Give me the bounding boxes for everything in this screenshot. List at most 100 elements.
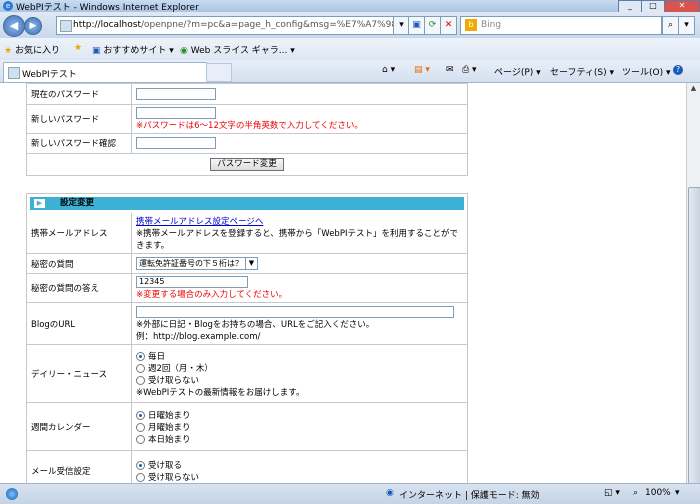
secret-question-label: 秘密の質問 (27, 253, 132, 274)
tab-page-icon (8, 67, 20, 79)
calendar-option[interactable]: 月曜始まり (136, 421, 463, 433)
search-input[interactable]: b Bing (460, 16, 662, 35)
daily-news-option[interactable]: 受け取らない (136, 374, 463, 386)
zoom-dropdown-icon[interactable]: ▾ (675, 488, 680, 498)
forward-icon[interactable]: ▶ (24, 17, 42, 35)
secret-answer-input[interactable]: 12345 (136, 276, 248, 288)
radio-selected-icon[interactable] (136, 351, 145, 361)
radio-icon[interactable] (136, 422, 145, 432)
suggested-sites-icon: ▣ (92, 46, 101, 56)
current-password-input[interactable] (136, 87, 216, 100)
section-arrow-icon: ▶ (34, 199, 45, 208)
confirm-password-label: 新しいパスワード確認 (27, 133, 132, 154)
zoom-icon: ⌕ (633, 488, 639, 498)
tools-menu[interactable]: ツール(O) ▾ (622, 65, 671, 78)
suggested-sites-label: おすすめサイト ▾ (103, 46, 174, 56)
daily-news-option[interactable]: 毎日 (136, 350, 463, 362)
home-icon[interactable]: ⌂ ▾ (382, 65, 395, 75)
back-icon[interactable]: ◀ (3, 15, 25, 37)
title-bar: e WebPIテスト - Windows Internet Explorer _… (0, 0, 700, 13)
blog-url-label: BlogのURL (27, 302, 132, 345)
daily-news-option[interactable]: 週2回（月・木） (136, 362, 463, 374)
bing-icon: b (465, 19, 477, 31)
zoom-level[interactable]: 100% (645, 488, 671, 498)
scroll-up-icon[interactable]: ▲ (688, 84, 699, 96)
password-change-button[interactable]: パスワード変更 (210, 157, 284, 171)
suggested-sites-button[interactable]: ▣ おすすめサイト ▾ (92, 43, 174, 56)
search-icon[interactable]: ⌕ (662, 16, 679, 35)
feeds-icon[interactable]: ▤ ▾ (414, 65, 430, 75)
secret-answer-label: 秘密の質問の答え (27, 273, 132, 303)
new-password-label: 新しいパスワード (27, 104, 132, 134)
favorites-bar: ★ お気に入り ★ ▣ おすすめサイト ▾ ◉ Web スライス ギャラ... … (0, 38, 700, 61)
search-options-icon[interactable]: ▾ (678, 16, 695, 35)
web-slice-button[interactable]: ◉ Web スライス ギャラ... ▾ (180, 43, 295, 56)
radio-selected-icon[interactable] (136, 410, 145, 420)
blog-url-example: 例：http://blog.example.com/ (136, 331, 261, 342)
blog-url-input[interactable] (136, 305, 454, 318)
secret-answer-note: ※変更する場合のみ入力してください。 (136, 290, 288, 300)
web-slice-icon: ◉ (180, 46, 188, 56)
radio-icon[interactable] (136, 472, 145, 482)
address-toolbar: ◀ ▶ http://localhost/openpne/?m=pc&a=pag… (0, 12, 700, 38)
secret-question-value: 運転免許証番号の下５桁は？ (139, 259, 243, 268)
mobile-email-note: ※携帯メールアドレスを登録すると、携帯から「WebPIテスト」を利用することがで… (136, 229, 458, 251)
search-placeholder: Bing (481, 20, 502, 30)
page-content: 現在のパスワード 新しいパスワード ※パスワードは6～12文字の半角英数で入力し… (0, 83, 686, 483)
tab-label: WebPIテスト (22, 70, 77, 80)
ie-logo-icon: e (3, 1, 13, 11)
tab-webpi[interactable]: WebPIテスト (3, 62, 207, 82)
mobile-email-label: 携帯メールアドレス (27, 213, 132, 254)
settings-header-title: 設定変更 (60, 198, 95, 208)
web-slice-label: Web スライス ギャラ... ▾ (190, 46, 295, 56)
mail-icon[interactable]: ✉ (446, 65, 454, 75)
option-label: 毎日 (148, 351, 166, 362)
option-label: 受け取らない (148, 375, 200, 386)
new-password-note: ※パスワードは6～12文字の半角英数で入力してください。 (136, 120, 363, 131)
address-bar[interactable]: http://localhost/openpne/?m=pc&a=page_h_… (56, 16, 406, 35)
new-tab-button[interactable] (206, 63, 232, 82)
stop-icon[interactable]: ✕ (440, 16, 457, 35)
radio-icon[interactable] (136, 363, 145, 373)
current-password-label: 現在のパスワード (27, 84, 132, 105)
favorites-button[interactable]: ★ お気に入り (4, 43, 60, 56)
vertical-scrollbar[interactable]: ▲ (686, 83, 700, 485)
option-label: 週2回（月・木） (148, 363, 213, 374)
tab-toolbar: WebPIテスト ⌂ ▾ ▤ ▾ ✉ ⎙ ▾ ページ(P) ▾ セーフティ(S)… (0, 60, 700, 83)
safety-menu[interactable]: セーフティ(S) ▾ (550, 65, 614, 78)
print-icon[interactable]: ⎙ ▾ (462, 65, 477, 75)
security-zone: インターネット | 保護モード: 無効 (399, 491, 540, 501)
radio-icon[interactable] (136, 434, 145, 444)
weekly-calendar-label: 週間カレンダー (27, 402, 132, 451)
option-label: 月曜始まり (148, 422, 191, 433)
help-icon[interactable]: ? (673, 65, 683, 75)
status-bar: ◉ インターネット | 保護モード: 無効 ◱ ▾ ⌕ 100% ▾ (0, 483, 700, 504)
mail-option[interactable]: 受け取らない (136, 471, 463, 483)
password-change-box: 現在のパスワード 新しいパスワード ※パスワードは6～12文字の半角英数で入力し… (26, 83, 468, 176)
option-label: 受け取る (148, 460, 183, 471)
radio-selected-icon[interactable] (136, 460, 145, 470)
radio-icon[interactable] (136, 375, 145, 385)
calendar-option[interactable]: 日曜始まり (136, 409, 463, 421)
option-label: 日曜始まり (148, 410, 191, 421)
refresh-icon[interactable]: ⟳ (424, 16, 441, 35)
page-menu[interactable]: ページ(P) ▾ (494, 65, 541, 78)
scroll-thumb[interactable] (688, 187, 700, 485)
protected-mode-icon[interactable]: ◱ ▾ (604, 488, 620, 498)
url-path: /openpne/?m=pc&a=page_h_config&msg=%E7%A… (140, 20, 397, 30)
calendar-option[interactable]: 本日始まり (136, 433, 463, 445)
new-password-input[interactable] (136, 106, 216, 119)
mail-receive-label: メール受信設定 (27, 450, 132, 483)
mail-option[interactable]: 受け取る (136, 459, 463, 471)
start-orb-icon[interactable] (6, 488, 18, 500)
chevron-down-icon: ▼ (245, 258, 257, 269)
daily-news-note: ※WebPIテストの最新情報をお届けします。 (136, 387, 305, 398)
mobile-email-settings-link[interactable]: 携帯メールアドレス設定ページへ (136, 217, 263, 227)
settings-header: ▶ 設定変更 (30, 197, 464, 210)
secret-question-select[interactable]: 運転免許証番号の下５桁は？ ▼ (136, 257, 258, 270)
favorites-star-icon: ★ (4, 46, 13, 56)
compat-view-icon[interactable]: ▣ (408, 16, 425, 35)
add-favorite-icon[interactable]: ★ (74, 43, 82, 53)
confirm-password-input[interactable] (136, 137, 216, 149)
favorites-label: お気に入り (14, 46, 60, 56)
